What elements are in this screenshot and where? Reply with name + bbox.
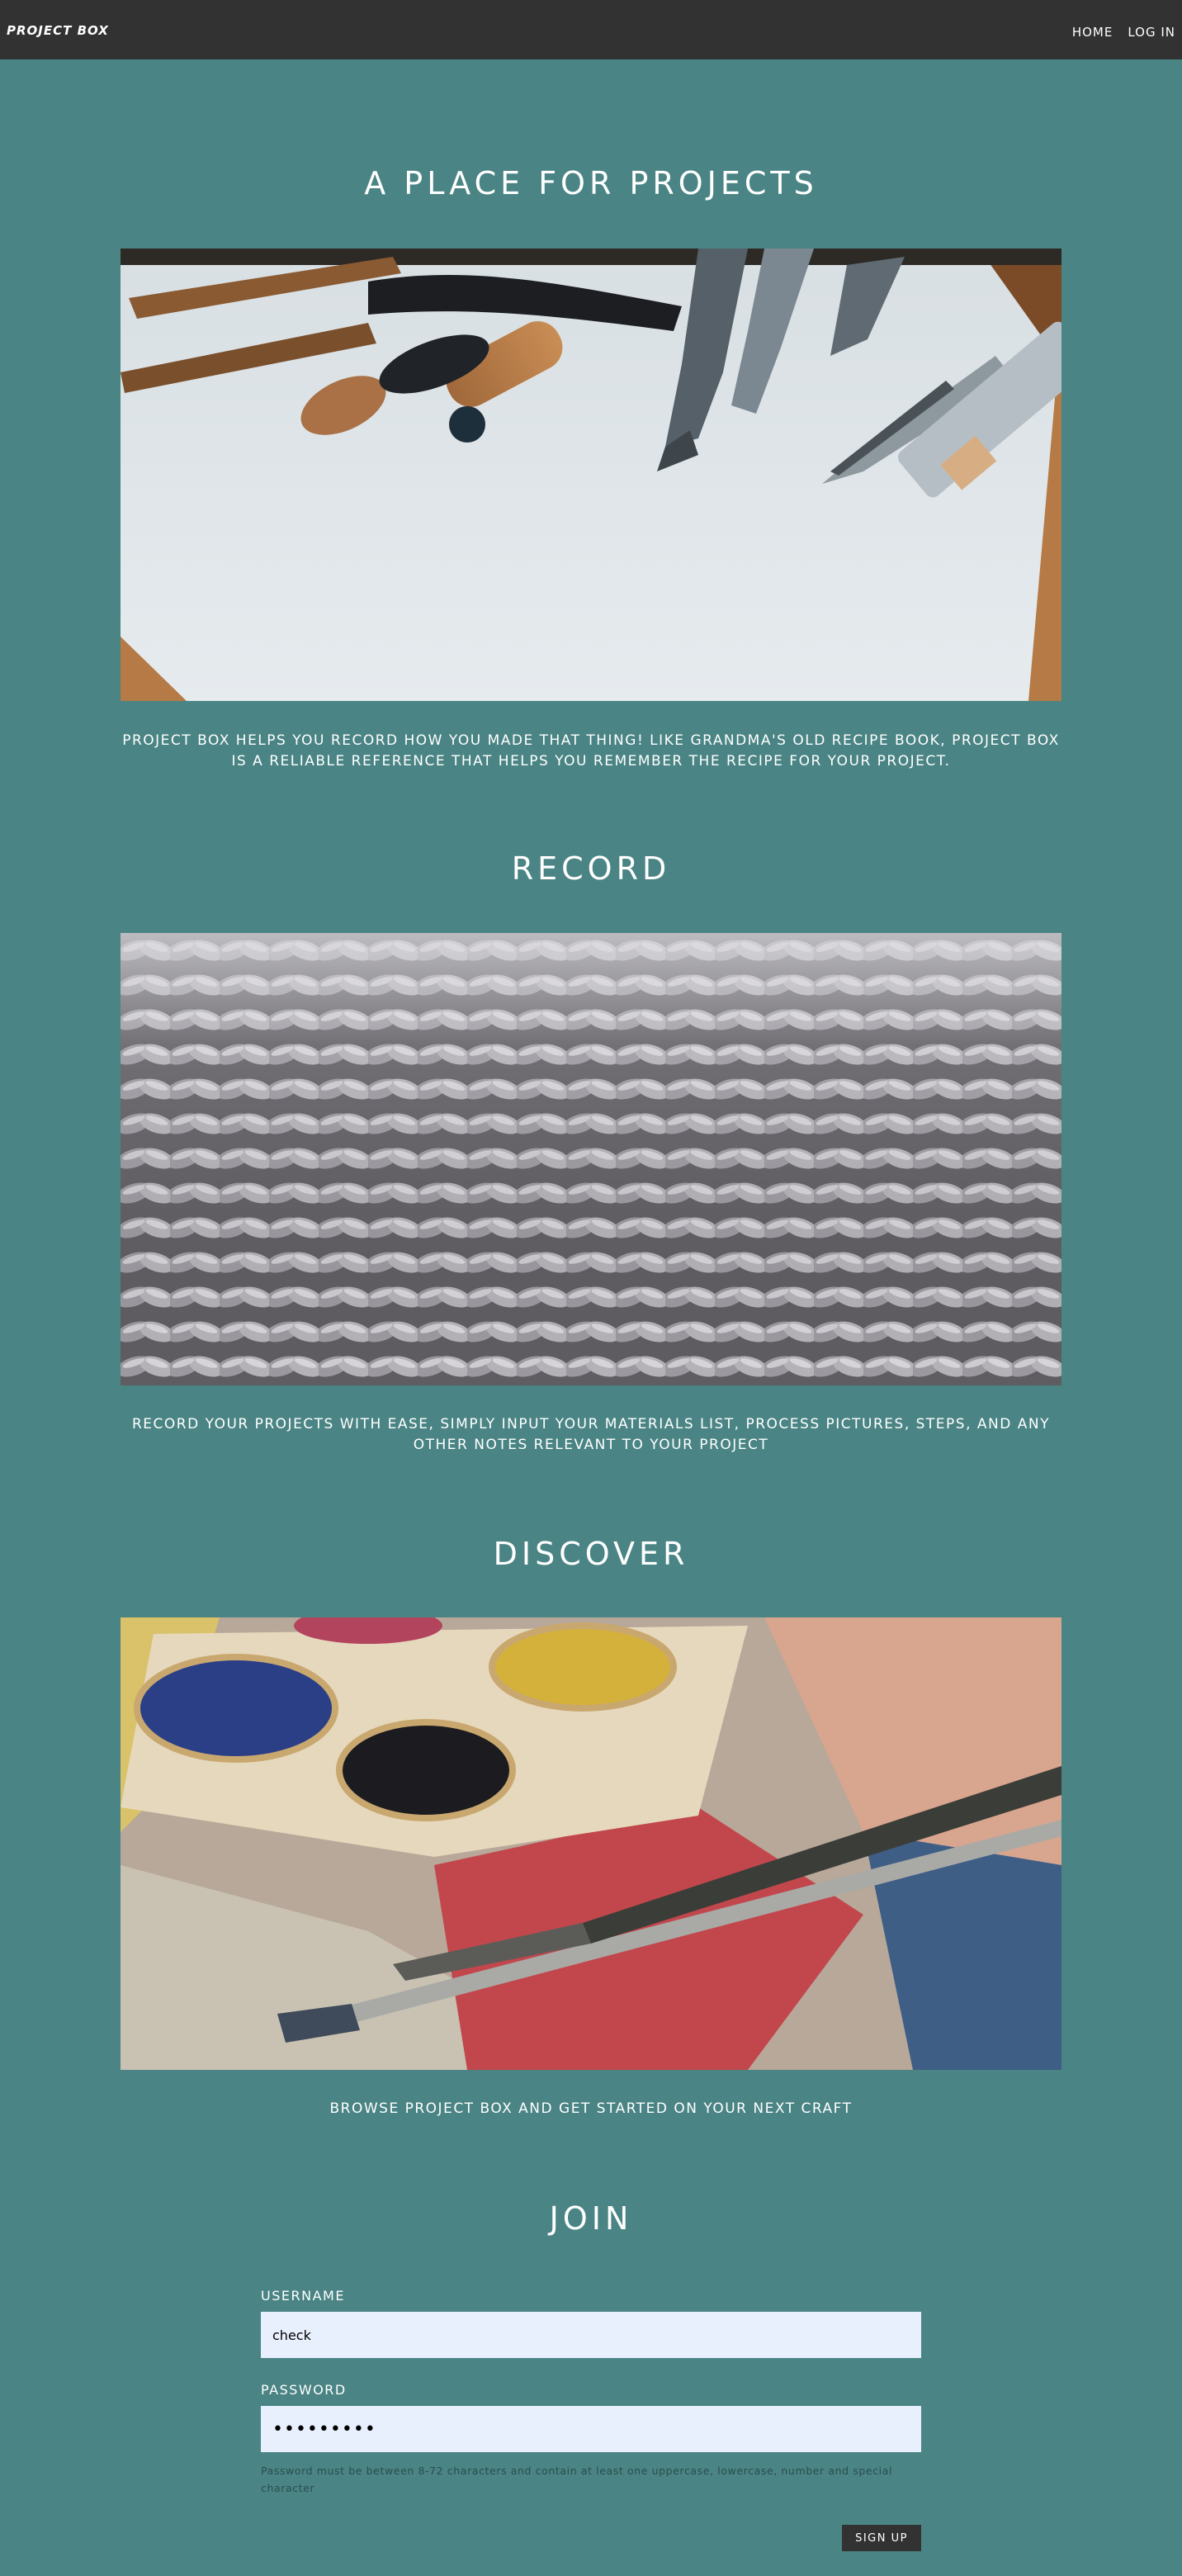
password-label: PASSWORD [261,2382,347,2398]
section-title-record: RECORD [511,850,671,887]
section-title-join: JOIN [549,2200,633,2237]
paint-photo [121,1617,1061,2070]
intro-description: PROJECT BOX HELPS YOU RECORD HOW YOU MAD… [122,732,1060,769]
sign-up-button[interactable]: SIGN UP [842,2525,921,2551]
brand-logo[interactable]: PROJECT BOX [7,23,109,38]
password-input[interactable] [261,2406,921,2452]
nav-home-link[interactable]: HOME [1072,25,1113,40]
password-hint: Password must be between 8-72 characters… [261,2465,893,2494]
knit-photo [121,933,1061,1385]
record-description: RECORD YOUR PROJECTS WITH EASE, SIMPLY I… [132,1416,1050,1453]
section-title-discover: DISCOVER [493,1536,689,1572]
nav-login-link[interactable]: LOG IN [1128,25,1175,40]
nav-links: HOME LOG IN [1072,25,1175,40]
tools-photo [121,249,1061,701]
top-navbar: PROJECT BOX HOME LOG IN [0,0,1182,59]
section-title-intro: A PLACE FOR PROJECTS [364,165,818,201]
discover-description: BROWSE PROJECT BOX AND GET STARTED ON YO… [329,2100,853,2117]
username-input[interactable] [261,2312,921,2358]
username-label: USERNAME [261,2288,345,2304]
